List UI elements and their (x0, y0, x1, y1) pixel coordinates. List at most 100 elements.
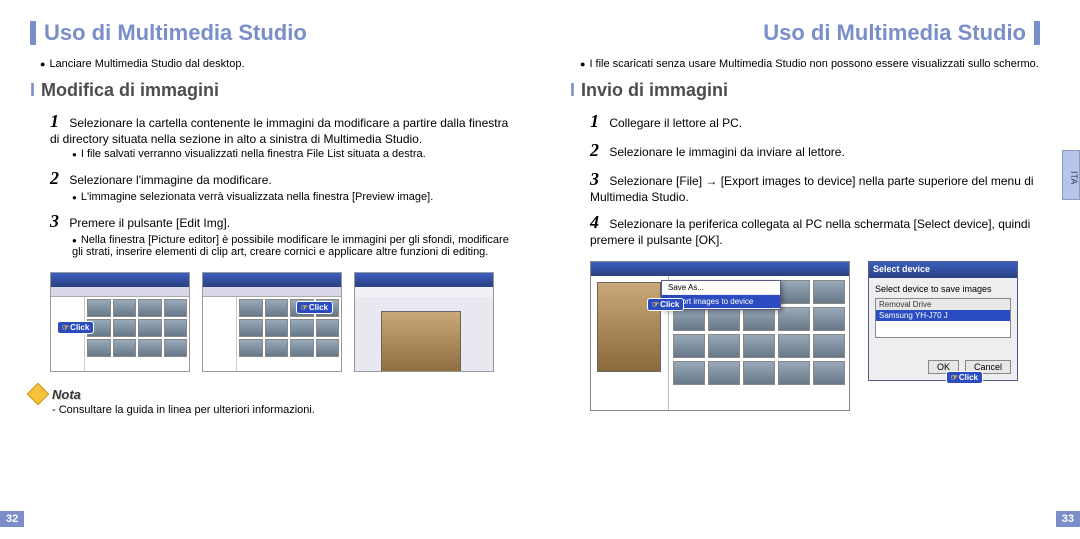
click-label: Click (309, 303, 328, 312)
window-titlebar (591, 262, 849, 276)
thumb (265, 339, 289, 357)
intro-text: Lanciare Multimedia Studio dal desktop. (40, 58, 510, 70)
step-2: 2 Selezionare l'immagine da modificare. … (50, 168, 510, 203)
step-number: 1 (50, 111, 66, 132)
language-tab: ITA (1062, 150, 1080, 200)
menu-item-save-as[interactable]: Save As... (662, 281, 780, 295)
window-titlebar (51, 273, 189, 287)
thumb (708, 361, 740, 385)
step-note: I file salvati verranno visualizzati nel… (72, 148, 510, 160)
section-pipe: I (30, 80, 35, 100)
hand-icon: ☞ (301, 303, 308, 312)
thumb (743, 307, 775, 331)
step-text: Collegare il lettore al PC. (609, 116, 742, 130)
folder-tree (51, 297, 85, 371)
step-text: Premere il pulsante [Edit Img]. (69, 216, 230, 230)
step-text: Selezionare la cartella contenente le im… (50, 116, 508, 146)
screenshot-export-menu: Save As... Export images to device ☞Clic… (590, 261, 850, 411)
window-toolbar (203, 287, 341, 297)
thumb (778, 334, 810, 358)
thumb (164, 299, 188, 317)
title-accent-bar (1034, 21, 1040, 45)
step-3: 3 Selezionare [File] → [Export images to… (590, 169, 1040, 204)
title-bar-left: Uso di Multimedia Studio (30, 20, 510, 46)
step-number: 1 (590, 111, 606, 132)
step-number: 4 (590, 212, 606, 233)
thumb (164, 319, 188, 337)
step-1: 1 Selezionare la cartella contenente le … (50, 111, 510, 160)
step-number: 2 (590, 140, 606, 161)
step-text: Selezionare le immagini da inviare al le… (609, 145, 844, 159)
thumb (813, 307, 845, 331)
thumb (290, 339, 314, 357)
section-pipe: I (570, 80, 575, 100)
device-group: Removal Drive (876, 299, 1010, 310)
window-titlebar (355, 273, 493, 287)
thumb (708, 334, 740, 358)
thumb (316, 339, 340, 357)
thumb (239, 339, 263, 357)
click-label: Click (959, 373, 978, 382)
click-callout: ☞Click (946, 371, 983, 384)
thumb (813, 361, 845, 385)
hand-icon: ☞ (951, 373, 958, 382)
thumb (813, 280, 845, 304)
section-title: Modifica di immagini (41, 80, 219, 100)
page-title: Uso di Multimedia Studio (763, 20, 1026, 46)
page-number: 32 (0, 511, 24, 527)
screenshot-filelist: ☞Click (50, 272, 190, 372)
screenshot-row-right: Save As... Export images to device ☞Clic… (590, 261, 1040, 411)
thumb (113, 299, 137, 317)
thumb (239, 319, 263, 337)
steps-left: 1 Selezionare la cartella contenente le … (50, 111, 510, 258)
folder-tree (203, 297, 237, 371)
dialog-title: Select device (869, 262, 1017, 278)
thumb (743, 334, 775, 358)
thumb (673, 361, 705, 385)
thumb (113, 319, 137, 337)
step-number: 2 (50, 168, 66, 189)
page-left: Uso di Multimedia Studio Lanciare Multim… (0, 0, 540, 539)
dialog-prompt: Select device to save images (875, 284, 1011, 294)
window-titlebar (203, 273, 341, 287)
section-heading-left: I Modifica di immagini (30, 80, 510, 101)
page-title: Uso di Multimedia Studio (44, 20, 307, 46)
hand-icon: ☞ (652, 300, 659, 309)
note-label: Nota (52, 387, 81, 402)
thumbnail-grid (85, 297, 189, 371)
step-note: Nella finestra [Picture editor] è possib… (72, 234, 510, 258)
thumb (138, 299, 162, 317)
thumb (743, 361, 775, 385)
step-4: 4 Selezionare la periferica collegata al… (590, 212, 1040, 247)
screenshot-row: ☞Click Edit Img ☞Click (50, 272, 510, 372)
click-callout: ☞Click (296, 301, 333, 314)
thumb (778, 361, 810, 385)
click-callout: ☞Click (57, 321, 94, 334)
screenshot-select-device-dialog: Select device Select device to save imag… (868, 261, 1018, 381)
intro-text: I file scaricati senza usare Multimedia … (580, 58, 1040, 70)
thumb (290, 319, 314, 337)
step-text: Selezionare l'immagine da modificare. (69, 173, 271, 187)
note-block: Nota (30, 386, 510, 402)
editor-canvas (381, 311, 461, 372)
thumb (778, 280, 810, 304)
device-list[interactable]: Removal Drive Samsung YH-J70 J (875, 298, 1011, 338)
section-title: Invio di immagini (581, 80, 728, 100)
step-2: 2 Selezionare le immagini da inviare al … (590, 140, 1040, 161)
step-number: 3 (590, 169, 606, 190)
hand-icon: ☞ (62, 323, 69, 332)
steps-right: 1 Collegare il lettore al PC. 2 Selezion… (590, 111, 1040, 247)
preview-image (597, 282, 661, 372)
thumb (138, 319, 162, 337)
thumb (164, 339, 188, 357)
page-number: 33 (1056, 511, 1080, 527)
click-callout: ☞Click (647, 298, 684, 311)
thumb (113, 339, 137, 357)
step-note: L'immagine selezionata verrà visualizzat… (72, 191, 510, 203)
thumb (87, 339, 111, 357)
thumb (778, 307, 810, 331)
device-item-selected[interactable]: Samsung YH-J70 J (876, 310, 1010, 321)
thumb (708, 307, 740, 331)
thumb (239, 299, 263, 317)
thumb (138, 339, 162, 357)
